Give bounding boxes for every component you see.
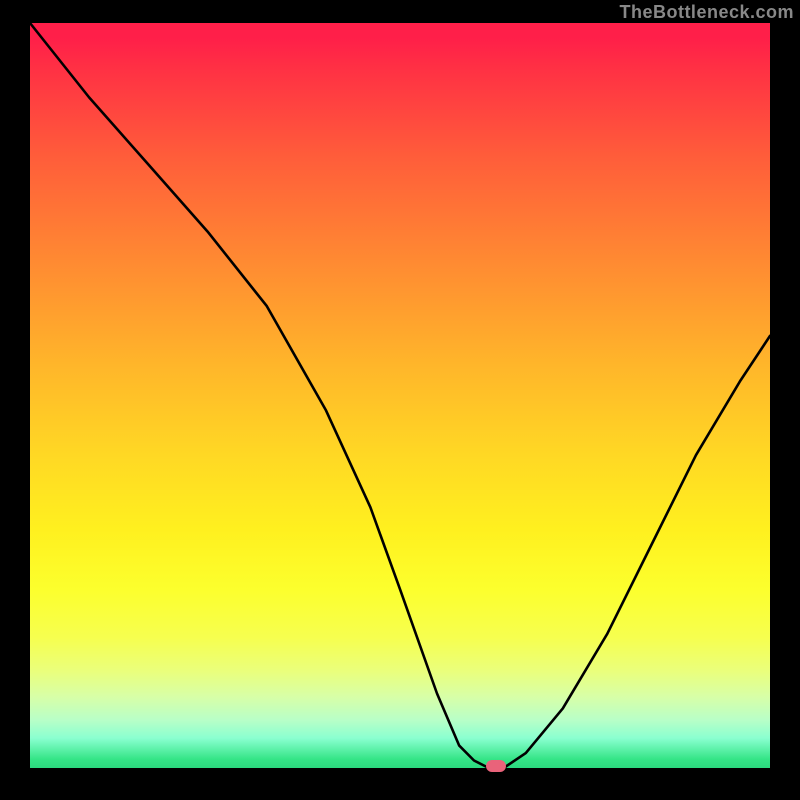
curve-path bbox=[30, 23, 770, 768]
optimal-point-marker bbox=[486, 760, 506, 772]
attribution-watermark: TheBottleneck.com bbox=[619, 2, 794, 23]
bottleneck-chart bbox=[30, 23, 770, 768]
bottleneck-curve bbox=[30, 23, 770, 768]
